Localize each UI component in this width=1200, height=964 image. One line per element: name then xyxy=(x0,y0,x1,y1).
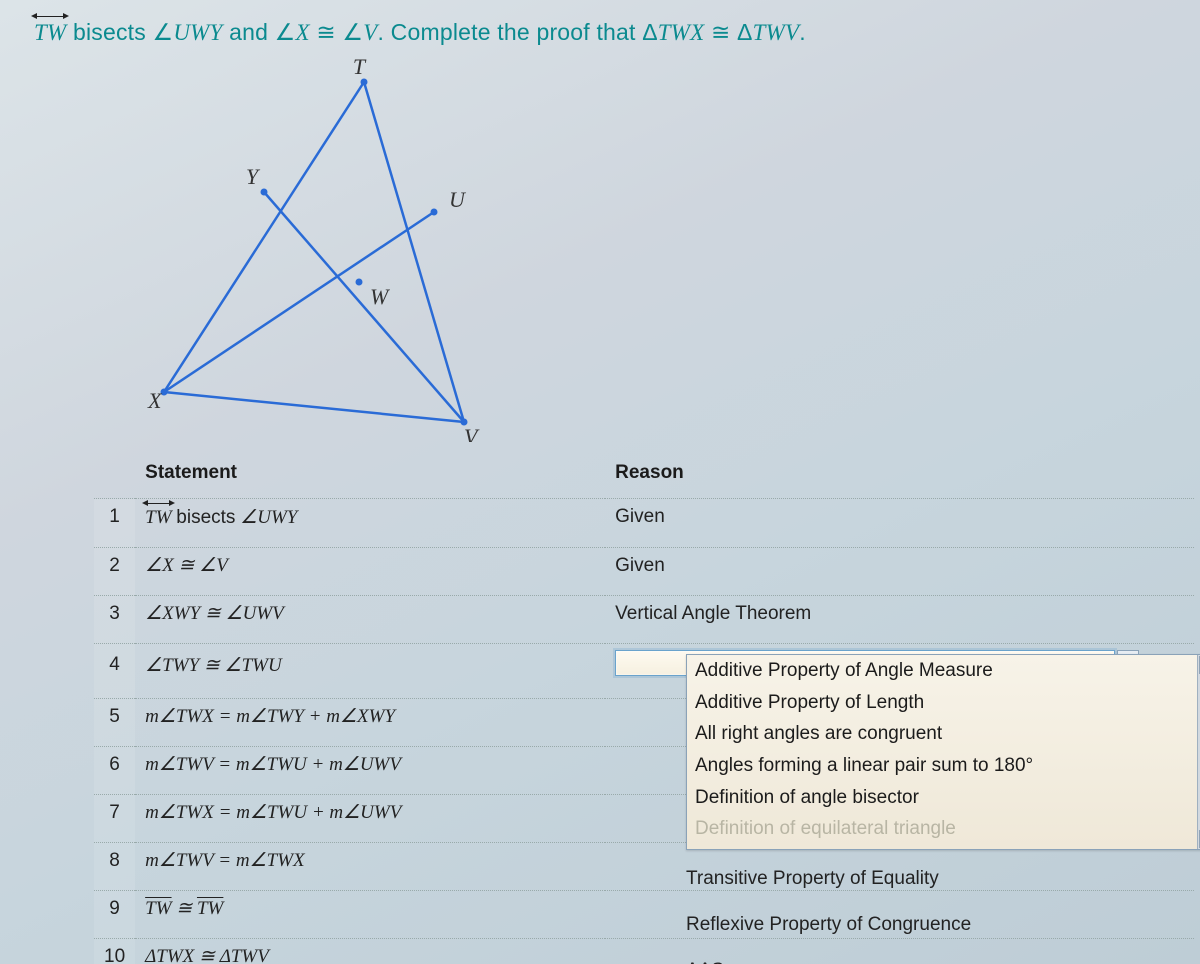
static-reasons: Transitive Property of Equality Reflexiv… xyxy=(686,862,971,964)
dropdown-option[interactable]: Definition of angle bisector xyxy=(687,782,1200,814)
table-row: 2 ∠X ≅ ∠V Given xyxy=(94,548,1194,596)
dropdown-option[interactable]: Additive Property of Length xyxy=(687,687,1200,719)
dropdown-option[interactable]: All right angles are congruent xyxy=(687,718,1200,750)
header-reason: Reason xyxy=(605,454,1194,499)
label-W: W xyxy=(370,284,390,309)
proof-table-area: Statement Reason 1 TW bisects ∠UWY Given… xyxy=(94,454,1194,964)
dropdown-option[interactable]: Angles forming a linear pair sum to 180° xyxy=(687,750,1200,782)
statement-cell: TW bisects ∠UWY xyxy=(135,499,605,548)
label-T: T xyxy=(353,54,367,79)
label-V: V xyxy=(464,424,480,442)
dropdown-option[interactable]: Definition of equilateral triangle xyxy=(687,813,1200,845)
label-Y: Y xyxy=(246,164,261,189)
geometry-diagram: T U V W X Y xyxy=(114,52,534,442)
table-row: 1 TW bisects ∠UWY Given xyxy=(94,499,1194,548)
reason-cell: Given xyxy=(605,499,1194,548)
problem-prompt: TW bisects ∠UWY and ∠X ≅ ∠V. Complete th… xyxy=(34,18,1166,46)
table-row: 9 TW ≅ TW xyxy=(94,891,1194,939)
dropdown-option[interactable]: Additive Property of Angle Measure xyxy=(687,655,1200,687)
label-U: U xyxy=(449,187,467,212)
reason-dropdown-list[interactable]: Additive Property of Angle Measure Addit… xyxy=(686,654,1200,850)
label-X: X xyxy=(147,388,163,413)
table-row: 10 ΔTWX ≅ ΔTWV xyxy=(94,939,1194,964)
table-row: 3 ∠XWY ≅ ∠UWV Vertical Angle Theorem xyxy=(94,596,1194,644)
header-statement: Statement xyxy=(135,454,605,499)
